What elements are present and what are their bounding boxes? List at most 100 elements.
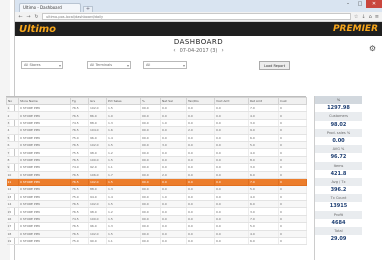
summary-label: % bbox=[315, 96, 362, 105]
category-select[interactable]: All ▾ bbox=[143, 61, 187, 69]
table-row[interactable]: 50 STORE PPN 75.0 96.0 1.4 00.0 0.0 0.0 0.0 6.0 0 bbox=[6, 134, 307, 142]
maximize-button[interactable]: □ bbox=[354, 0, 366, 8]
chevron-down-icon: ▾ bbox=[126, 63, 129, 68]
table-cell: 0.0 bbox=[214, 163, 249, 172]
table-cell: 1 bbox=[6, 104, 19, 113]
table-cell: 1.5 bbox=[106, 141, 141, 150]
column-header[interactable]: Void Amt bbox=[214, 97, 249, 105]
table-cell: 0.0 bbox=[186, 119, 215, 128]
table-row[interactable]: 12 0 STORE PPN 76.5 88.0 1.3 00.0 0.0 0.0 0.0 5.0… bbox=[6, 185, 307, 194]
column-header[interactable]: No bbox=[6, 97, 19, 105]
column-header[interactable]: Grs bbox=[88, 97, 107, 105]
table-cell: 74.0 bbox=[70, 163, 89, 172]
table-row[interactable]: 14 0 STORE PPN 76.5 102.0 1.5 00.0 0.0 0.0 0.0 6.… bbox=[6, 200, 307, 209]
date-display: 07-04-2017 (3) bbox=[179, 47, 218, 54]
address-bar[interactable]: ultimo-pos.local/dashboard/daily bbox=[42, 13, 351, 20]
store-select[interactable]: All Stores ▾ bbox=[21, 61, 63, 69]
terminal-select[interactable]: All Terminals ▾ bbox=[87, 61, 131, 69]
column-header[interactable]: Ret Amt bbox=[248, 97, 279, 105]
table-cell: 0.0 bbox=[214, 215, 249, 224]
table-cell: 4.0 bbox=[248, 193, 279, 202]
table-row[interactable]: 19 0 STORE PPN 75.0 90.0 1.1 00.0 0.0 0.0 0.0 6.0… bbox=[6, 237, 307, 246]
header-row: No Store Name Tg Grs Pct Sales % Net Sal… bbox=[6, 97, 307, 105]
table-cell: 76.5 bbox=[70, 104, 89, 113]
table-cell: 102.0 bbox=[88, 104, 107, 113]
column-header[interactable]: Tax/Dis bbox=[186, 97, 215, 105]
table-cell: 1.0 bbox=[160, 119, 187, 128]
brand-logo: PREMIER bbox=[332, 24, 378, 34]
table-cell: 7.0 bbox=[248, 178, 279, 187]
table-cell: 0 bbox=[278, 215, 307, 224]
table-cell: 0.0 bbox=[214, 193, 249, 202]
table-row[interactable]: 40 STORE PPN 76.5 104.0 1.6 00.0 0.0 2.0 0.0 9.0… bbox=[6, 126, 307, 135]
table-cell: 100.0 bbox=[88, 156, 107, 165]
forward-icon[interactable]: → bbox=[26, 14, 31, 20]
table-cell: 00.0 bbox=[140, 222, 161, 231]
prev-date-icon[interactable]: ‹ bbox=[173, 47, 175, 54]
close-button[interactable]: ✕ bbox=[366, 0, 382, 8]
table-cell: 0.0 bbox=[186, 171, 215, 179]
column-header[interactable]: Pct Sales bbox=[106, 97, 141, 105]
column-header[interactable]: Store Name bbox=[18, 97, 71, 105]
table-cell: 5.0 bbox=[248, 222, 279, 231]
table-cell: 96.0 bbox=[88, 222, 107, 231]
table-cell: 1.5 bbox=[106, 230, 141, 239]
sales-table: No Store Name Tg Grs Pct Sales % Net Sal… bbox=[6, 96, 307, 260]
table-row-selected[interactable]: 11 0 STORE PPN 76.5 102.0 1.5 00.0 0.0 0.0 0.0 7.… bbox=[6, 178, 307, 187]
minimize-button[interactable]: – bbox=[342, 0, 354, 8]
download-icon[interactable]: ↓ bbox=[361, 14, 365, 20]
table-row[interactable]: 18 0 STORE PPN 76.5 102.0 1.5 00.0 0.0 0.0 0.0 4.… bbox=[6, 230, 307, 239]
table-cell: 8 bbox=[6, 156, 19, 165]
table-cell: 4.0 bbox=[248, 148, 279, 157]
table-row[interactable]: 30 STORE PPN 74.5 88.0 1.3 00.0 1.0 0.0 0.0 3.0 0 bbox=[6, 119, 307, 128]
table-cell: 0.0 bbox=[186, 237, 215, 246]
table-cell: 100.0 bbox=[88, 215, 107, 224]
table-cell: 75.0 bbox=[70, 237, 89, 246]
table-cell: 0.0 bbox=[214, 111, 249, 120]
category-select-value: All bbox=[146, 63, 151, 67]
table-cell: 0.0 bbox=[214, 156, 249, 165]
table-row[interactable]: 80 STORE PPN 76.5 100.0 1.5 00.0 0.0 0.0 0.0 8.0… bbox=[6, 156, 307, 165]
table-cell: 0 STORE PPN bbox=[18, 193, 71, 202]
column-header[interactable]: Net Sal bbox=[160, 97, 187, 105]
menu-icon[interactable]: ≡ bbox=[375, 14, 379, 20]
table-cell: 1.5 bbox=[106, 200, 141, 209]
load-report-button[interactable]: Load Report bbox=[259, 60, 291, 70]
table-cell: 0 bbox=[278, 134, 307, 142]
settings-gear-icon[interactable]: ⚙ bbox=[369, 44, 376, 53]
terminal-select-value: All Terminals bbox=[90, 63, 113, 67]
browser-tab[interactable]: Ultimo - Dashboard bbox=[19, 3, 81, 12]
table-cell: 17 bbox=[6, 222, 19, 231]
table-row[interactable]: 90 STORE PPN 74.0 92.0 1.1 00.0 0.0 0.0 0.0 3.0 0 bbox=[6, 163, 307, 172]
table-row[interactable]: 16 0 STORE PPN 74.5 100.0 1.5 00.0 0.0 0.0 0.0 7.… bbox=[6, 215, 307, 224]
column-header[interactable]: Cust bbox=[278, 97, 307, 105]
table-row[interactable]: 10 STORE PPN 76.5 102.0 1.5 00.0 0.0 0.0 0.0 7.0… bbox=[6, 104, 307, 113]
reload-icon[interactable]: ↻ bbox=[34, 14, 39, 20]
table-cell: 3.0 bbox=[248, 207, 279, 216]
table-cell: 98.0 bbox=[88, 207, 107, 216]
table-row[interactable]: 13 0 STORE PPN 75.0 94.0 1.4 00.0 1.0 0.0 0.0 4.0… bbox=[6, 193, 307, 202]
table-cell: 3.0 bbox=[160, 141, 187, 150]
column-header[interactable]: % bbox=[140, 97, 161, 105]
home-icon[interactable]: ⌂ bbox=[369, 14, 372, 20]
column-header[interactable]: Tg bbox=[70, 97, 89, 105]
table-row[interactable]: 15 0 STORE PPN 76.5 98.0 1.2 00.0 0.0 0.0 0.0 3.0… bbox=[6, 207, 307, 216]
table-row[interactable]: 20 STORE PPN 76.5 86.0 1.0 00.0 0.0 0.0 0.0 4.0 0 bbox=[6, 111, 307, 120]
table-cell: 0.0 bbox=[160, 104, 187, 113]
table-cell: 0 STORE PPN bbox=[18, 111, 71, 120]
new-tab-button[interactable]: + bbox=[83, 6, 93, 12]
next-date-icon[interactable]: › bbox=[221, 47, 223, 54]
table-row[interactable]: 70 STORE PPN 75.5 98.0 1.2 00.0 0.0 0.0 0.0 4.0 0 bbox=[6, 148, 307, 157]
table-cell: 00.0 bbox=[140, 119, 161, 128]
table-cell: 0.0 bbox=[186, 207, 215, 216]
table-row[interactable]: 17 0 STORE PPN 76.5 96.0 1.3 00.0 0.0 0.0 0.0 5.0… bbox=[6, 222, 307, 231]
table-row[interactable]: 10 0 STORE PPN 76.5 106.0 1.7 00.0 2.0 0.0 0.0 6.… bbox=[6, 171, 307, 179]
back-icon[interactable]: ← bbox=[18, 14, 23, 20]
table-row[interactable]: 60 STORE PPN 76.5 102.0 1.5 00.0 3.0 0.0 0.0 5.0… bbox=[6, 141, 307, 150]
table-cell: 0.0 bbox=[186, 134, 215, 142]
table-cell: 0.0 bbox=[186, 178, 215, 187]
table-cell: 75.0 bbox=[70, 193, 89, 202]
star-icon[interactable]: ☆ bbox=[354, 14, 358, 20]
app-logo[interactable]: Ultimo bbox=[19, 24, 56, 35]
table-cell: 2.0 bbox=[186, 126, 215, 135]
